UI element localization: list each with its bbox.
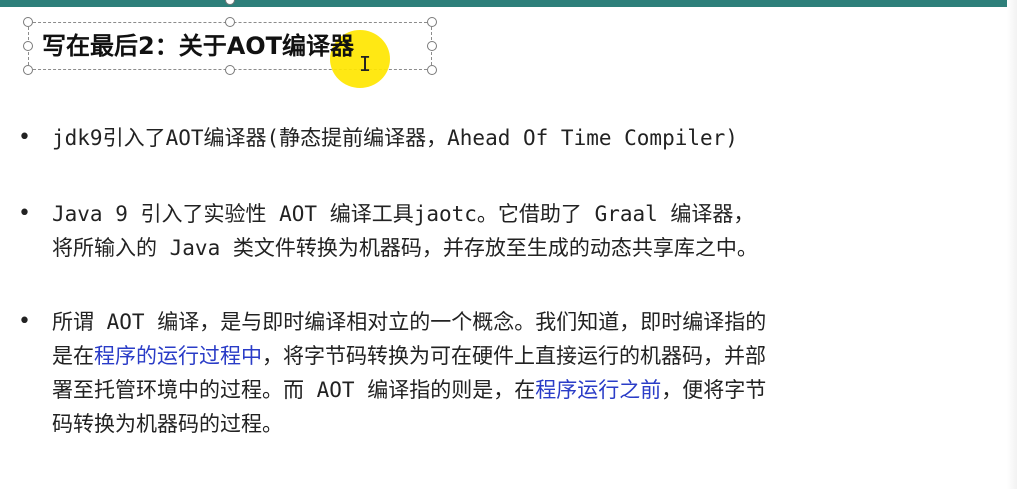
bullet-line: 是在程序的运行过程中，将字节码转换为可在硬件上直接运行的机器码，并部	[52, 339, 972, 373]
bullet-line: jdk9引入了AOT编译器(静态提前编译器，Ahead Of Time Comp…	[52, 121, 972, 155]
resize-handle-bottom-left[interactable]	[23, 65, 33, 75]
bullet-text-1[interactable]: jdk9引入了AOT编译器(静态提前编译器，Ahead Of Time Comp…	[52, 121, 972, 155]
body-text: 将所输入的 Java 类文件转换为机器码，并存放至生成的动态共享库之中。	[52, 236, 758, 260]
resize-handle-bottom-right[interactable]	[427, 65, 437, 75]
body-text: 是在	[52, 344, 94, 368]
resize-handle-middle-left[interactable]	[23, 41, 33, 51]
bullet-text-3[interactable]: 所谓 AOT 编译，是与即时编译相对立的一个概念。我们知道，即时编译指的 是在程序…	[52, 305, 972, 441]
body-text: ，将字节码转换为可在硬件上直接运行的机器码，并部	[262, 344, 766, 368]
resize-handle-top-left[interactable]	[23, 17, 33, 27]
slide-title[interactable]: 写在最后2：关于AOT编译器	[42, 30, 354, 62]
bullet-dot-icon: •	[18, 125, 31, 150]
text-cursor-icon: I	[359, 52, 372, 76]
body-text: 码转换为机器码的过程。	[52, 412, 283, 436]
body-text: 署至托管环境中的过程。而 AOT 编译指的则是，在	[52, 378, 536, 402]
bullet-line: 码转换为机器码的过程。	[52, 407, 972, 441]
slide-edge-shadow	[1007, 0, 1017, 489]
body-text: jdk9引入了AOT编译器(静态提前编译器，Ahead Of Time Comp…	[52, 126, 738, 150]
bullet-line: 所谓 AOT 编译，是与即时编译相对立的一个概念。我们知道，即时编译指的	[52, 305, 972, 339]
resize-handle-bottom-center[interactable]	[225, 65, 235, 75]
highlighted-text: 程序运行之前	[535, 378, 662, 402]
resize-handle-top-right[interactable]	[427, 17, 437, 27]
resize-handle-top-center[interactable]	[225, 17, 235, 27]
bullet-line: Java 9 引入了实验性 AOT 编译工具jaotc。它借助了 Graal 编…	[52, 197, 972, 231]
bullet-line: 将所输入的 Java 类文件转换为机器码，并存放至生成的动态共享库之中。	[52, 231, 972, 265]
body-text: ，便将字节	[661, 378, 767, 402]
highlighted-text: 程序的运行过程中	[94, 344, 262, 368]
bullet-dot-icon: •	[18, 201, 31, 226]
bullet-dot-icon: •	[18, 309, 31, 334]
top-accent-bar	[0, 0, 1017, 7]
body-text: Java 9 引入了实验性 AOT 编译工具jaotc。它借助了 Graal 编…	[52, 202, 755, 226]
bullet-text-2[interactable]: Java 9 引入了实验性 AOT 编译工具jaotc。它借助了 Graal 编…	[52, 197, 972, 265]
bullet-line: 署至托管环境中的过程。而 AOT 编译指的则是，在程序运行之前，便将字节	[52, 373, 972, 407]
body-text: 所谓 AOT 编译，是与即时编译相对立的一个概念。我们知道，即时编译指的	[52, 310, 767, 334]
resize-handle-middle-right[interactable]	[427, 41, 437, 51]
